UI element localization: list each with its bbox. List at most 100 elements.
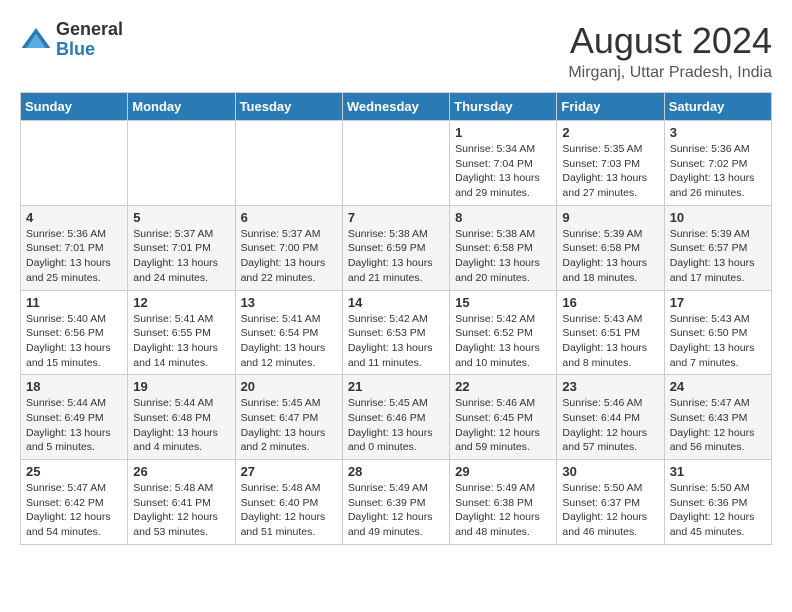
day-number: 19 [133,379,229,394]
day-info: Sunrise: 5:44 AM Sunset: 6:49 PM Dayligh… [26,396,122,455]
header: General Blue August 2024 Mirganj, Uttar … [20,20,772,82]
day-number: 6 [241,210,337,225]
day-cell: 26 Sunrise: 5:48 AM Sunset: 6:41 PM Dayli… [128,460,235,545]
day-number: 14 [348,295,444,310]
day-info: Sunrise: 5:40 AM Sunset: 6:56 PM Dayligh… [26,312,122,371]
title-section: August 2024 Mirganj, Uttar Pradesh, Indi… [568,20,772,82]
day-number: 30 [562,464,658,479]
day-info: Sunrise: 5:42 AM Sunset: 6:53 PM Dayligh… [348,312,444,371]
day-cell: 18 Sunrise: 5:44 AM Sunset: 6:49 PM Dayli… [21,375,128,460]
day-cell: 20Sunrise: 5:45 AM Sunset: 6:47 PM Dayli… [235,375,342,460]
day-info: Sunrise: 5:37 AM Sunset: 7:00 PM Dayligh… [241,227,337,286]
day-cell: 28 Sunrise: 5:49 AM Sunset: 6:39 PM Dayli… [342,460,449,545]
day-number: 25 [26,464,122,479]
logo-line1: General [56,20,123,40]
day-number: 26 [133,464,229,479]
day-cell: 27 Sunrise: 5:48 AM Sunset: 6:40 PM Dayli… [235,460,342,545]
day-cell [128,121,235,206]
day-cell: 9Sunrise: 5:39 AM Sunset: 6:58 PM Daylig… [557,205,664,290]
logo-text: General Blue [56,20,123,60]
day-number: 1 [455,125,551,140]
day-cell: 31Sunrise: 5:50 AM Sunset: 6:36 PM Dayli… [664,460,771,545]
day-number: 31 [670,464,766,479]
month-year: August 2024 [568,20,772,62]
logo-icon [20,24,52,56]
day-number: 7 [348,210,444,225]
day-cell: 16 Sunrise: 5:43 AM Sunset: 6:51 PM Dayli… [557,290,664,375]
day-cell: 25 Sunrise: 5:47 AM Sunset: 6:42 PM Dayli… [21,460,128,545]
day-info: Sunrise: 5:43 AM Sunset: 6:51 PM Dayligh… [562,312,658,371]
day-number: 21 [348,379,444,394]
weekday-tuesday: Tuesday [235,93,342,121]
day-info: Sunrise: 5:45 AM Sunset: 6:46 PM Dayligh… [348,396,444,455]
day-info: Sunrise: 5:35 AM Sunset: 7:03 PM Dayligh… [562,142,658,201]
day-cell: 22Sunrise: 5:46 AM Sunset: 6:45 PM Dayli… [450,375,557,460]
day-number: 10 [670,210,766,225]
day-cell: 10 Sunrise: 5:39 AM Sunset: 6:57 PM Dayli… [664,205,771,290]
day-number: 12 [133,295,229,310]
day-cell: 24Sunrise: 5:47 AM Sunset: 6:43 PM Dayli… [664,375,771,460]
weekday-friday: Friday [557,93,664,121]
day-cell: 13 Sunrise: 5:41 AM Sunset: 6:54 PM Dayli… [235,290,342,375]
day-info: Sunrise: 5:36 AM Sunset: 7:02 PM Dayligh… [670,142,766,201]
day-cell: 21 Sunrise: 5:45 AM Sunset: 6:46 PM Dayli… [342,375,449,460]
day-number: 20 [241,379,337,394]
day-info: Sunrise: 5:41 AM Sunset: 6:55 PM Dayligh… [133,312,229,371]
day-number: 28 [348,464,444,479]
weekday-saturday: Saturday [664,93,771,121]
location: Mirganj, Uttar Pradesh, India [568,64,772,82]
day-cell: 29 Sunrise: 5:49 AM Sunset: 6:38 PM Dayli… [450,460,557,545]
day-number: 23 [562,379,658,394]
day-number: 13 [241,295,337,310]
day-cell: 5Sunrise: 5:37 AM Sunset: 7:01 PM Daylig… [128,205,235,290]
day-info: Sunrise: 5:46 AM Sunset: 6:44 PM Dayligh… [562,396,658,455]
day-cell: 6 Sunrise: 5:37 AM Sunset: 7:00 PM Daylig… [235,205,342,290]
day-cell: 15Sunrise: 5:42 AM Sunset: 6:52 PM Dayli… [450,290,557,375]
weekday-header-row: SundayMondayTuesdayWednesdayThursdayFrid… [21,93,772,121]
day-number: 27 [241,464,337,479]
day-number: 16 [562,295,658,310]
day-cell [21,121,128,206]
day-number: 9 [562,210,658,225]
day-info: Sunrise: 5:34 AM Sunset: 7:04 PM Dayligh… [455,142,551,201]
day-number: 17 [670,295,766,310]
logo-line2: Blue [56,40,123,60]
day-cell: 12 Sunrise: 5:41 AM Sunset: 6:55 PM Dayli… [128,290,235,375]
day-info: Sunrise: 5:43 AM Sunset: 6:50 PM Dayligh… [670,312,766,371]
weekday-monday: Monday [128,93,235,121]
day-info: Sunrise: 5:49 AM Sunset: 6:38 PM Dayligh… [455,481,551,540]
day-info: Sunrise: 5:46 AM Sunset: 6:45 PM Dayligh… [455,396,551,455]
week-row-3: 11Sunrise: 5:40 AM Sunset: 6:56 PM Dayli… [21,290,772,375]
day-info: Sunrise: 5:44 AM Sunset: 6:48 PM Dayligh… [133,396,229,455]
week-row-1: 1 Sunrise: 5:34 AM Sunset: 7:04 PM Daylig… [21,121,772,206]
day-cell: 23 Sunrise: 5:46 AM Sunset: 6:44 PM Dayli… [557,375,664,460]
day-info: Sunrise: 5:41 AM Sunset: 6:54 PM Dayligh… [241,312,337,371]
day-info: Sunrise: 5:50 AM Sunset: 6:37 PM Dayligh… [562,481,658,540]
week-row-4: 18 Sunrise: 5:44 AM Sunset: 6:49 PM Dayli… [21,375,772,460]
day-cell: 2 Sunrise: 5:35 AM Sunset: 7:03 PM Daylig… [557,121,664,206]
logo: General Blue [20,20,123,60]
day-info: Sunrise: 5:39 AM Sunset: 6:57 PM Dayligh… [670,227,766,286]
day-info: Sunrise: 5:37 AM Sunset: 7:01 PM Dayligh… [133,227,229,286]
day-number: 8 [455,210,551,225]
day-info: Sunrise: 5:38 AM Sunset: 6:59 PM Dayligh… [348,227,444,286]
day-number: 2 [562,125,658,140]
day-cell: 14 Sunrise: 5:42 AM Sunset: 6:53 PM Dayli… [342,290,449,375]
weekday-sunday: Sunday [21,93,128,121]
day-cell: 8 Sunrise: 5:38 AM Sunset: 6:58 PM Daylig… [450,205,557,290]
day-number: 15 [455,295,551,310]
day-cell: 1 Sunrise: 5:34 AM Sunset: 7:04 PM Daylig… [450,121,557,206]
day-info: Sunrise: 5:38 AM Sunset: 6:58 PM Dayligh… [455,227,551,286]
day-cell: 30 Sunrise: 5:50 AM Sunset: 6:37 PM Dayli… [557,460,664,545]
day-info: Sunrise: 5:47 AM Sunset: 6:42 PM Dayligh… [26,481,122,540]
day-number: 29 [455,464,551,479]
day-cell: 17 Sunrise: 5:43 AM Sunset: 6:50 PM Dayli… [664,290,771,375]
week-row-2: 4Sunrise: 5:36 AM Sunset: 7:01 PM Daylig… [21,205,772,290]
day-cell: 11Sunrise: 5:40 AM Sunset: 6:56 PM Dayli… [21,290,128,375]
day-cell: 19 Sunrise: 5:44 AM Sunset: 6:48 PM Dayli… [128,375,235,460]
day-info: Sunrise: 5:49 AM Sunset: 6:39 PM Dayligh… [348,481,444,540]
day-info: Sunrise: 5:48 AM Sunset: 6:41 PM Dayligh… [133,481,229,540]
day-number: 3 [670,125,766,140]
day-info: Sunrise: 5:48 AM Sunset: 6:40 PM Dayligh… [241,481,337,540]
day-number: 18 [26,379,122,394]
